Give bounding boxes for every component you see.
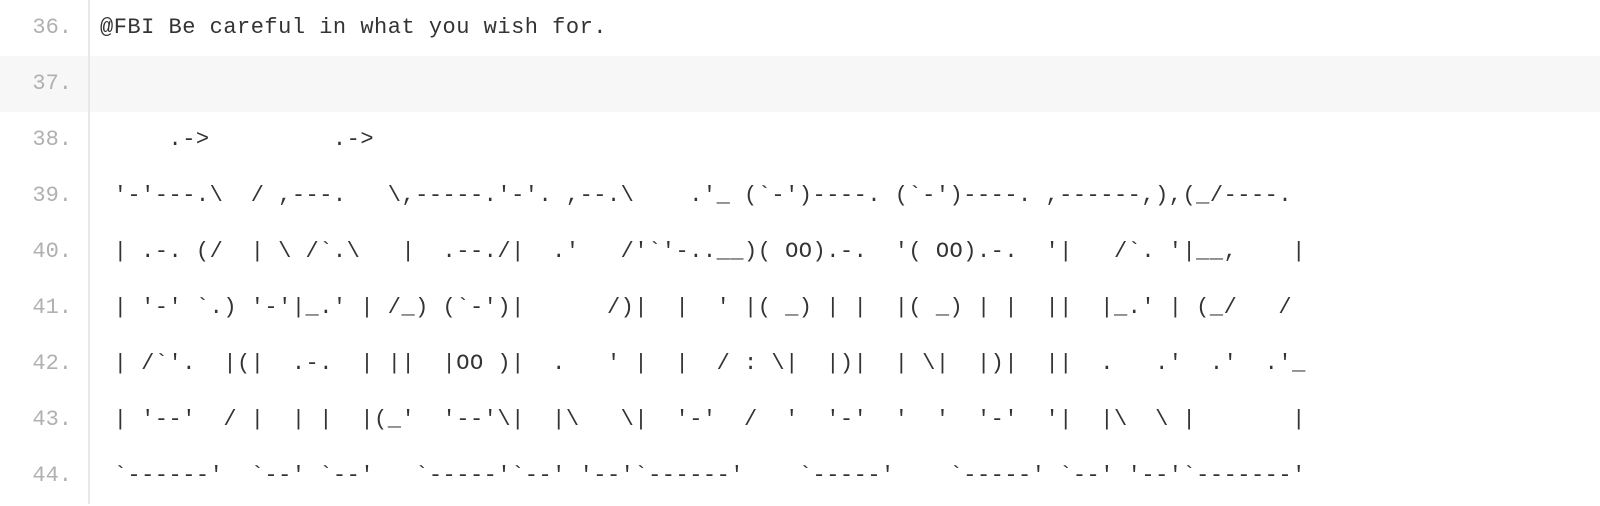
line-number: 42.	[0, 336, 88, 392]
line-number: 41.	[0, 280, 88, 336]
code-line[interactable]: 39. '-'---.\ / ,---. \,-----.'-'. ,--.\ …	[0, 168, 1600, 224]
code-line[interactable]: 43. | '--' / | | | |(_' '--'\| |\ \| '-'…	[0, 392, 1600, 448]
code-line[interactable]: 36. @FBI Be careful in what you wish for…	[0, 0, 1600, 56]
line-content[interactable]: @FBI Be careful in what you wish for.	[90, 0, 607, 56]
line-content[interactable]: | .-. (/ | \ /`.\ | .--./| .' /'`'-..__)…	[90, 224, 1306, 280]
line-number: 39.	[0, 168, 88, 224]
line-content[interactable]: | /`'. |(| .-. | || |OO )| . ' | | / : \…	[90, 336, 1306, 392]
line-number: 44.	[0, 448, 88, 504]
code-line[interactable]: 37.	[0, 56, 1600, 112]
line-number: 43.	[0, 392, 88, 448]
line-content[interactable]: `------' `--' `--' `-----'`--' '--'`----…	[90, 448, 1306, 504]
line-number: 36.	[0, 0, 88, 56]
line-content[interactable]	[90, 56, 100, 112]
line-content[interactable]: | '-' `.) '-'|_.' | /_) (`-')| /)| | ' |…	[90, 280, 1292, 336]
code-line[interactable]: 42. | /`'. |(| .-. | || |OO )| . ' | | /…	[0, 336, 1600, 392]
line-number: 40.	[0, 224, 88, 280]
line-content[interactable]: | '--' / | | | |(_' '--'\| |\ \| '-' / '…	[90, 392, 1306, 448]
line-content[interactable]: '-'---.\ / ,---. \,-----.'-'. ,--.\ .'_ …	[90, 168, 1292, 224]
code-line[interactable]: 41. | '-' `.) '-'|_.' | /_) (`-')| /)| |…	[0, 280, 1600, 336]
line-content[interactable]: .-> .->	[90, 112, 374, 168]
code-line[interactable]: 40. | .-. (/ | \ /`.\ | .--./| .' /'`'-.…	[0, 224, 1600, 280]
code-line[interactable]: 44. `------' `--' `--' `-----'`--' '--'`…	[0, 448, 1600, 504]
code-line[interactable]: 38. .-> .->	[0, 112, 1600, 168]
line-number: 38.	[0, 112, 88, 168]
line-number: 37.	[0, 56, 88, 112]
code-editor: 36. @FBI Be careful in what you wish for…	[0, 0, 1600, 504]
